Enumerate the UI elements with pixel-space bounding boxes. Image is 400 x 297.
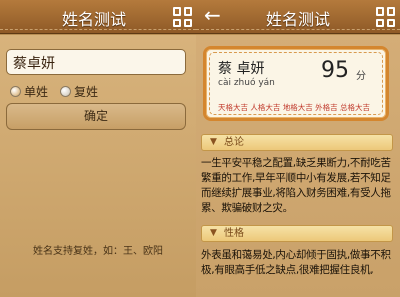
result-score: 95 xyxy=(321,58,349,83)
top-bar: ← 姓名测试 xyxy=(196,0,400,34)
screen-title: 姓名测试 xyxy=(62,10,127,29)
section-summary-header[interactable]: ▼ 总论 xyxy=(201,134,393,151)
result-pinyin: cài zhuó yán xyxy=(218,78,275,88)
radio-label: 复姓 xyxy=(74,85,99,99)
top-bar: 姓名测试 xyxy=(0,0,196,34)
confirm-button[interactable]: 确定 xyxy=(6,103,186,130)
radio-compound-surname[interactable]: 复姓 xyxy=(60,83,98,100)
radio-single-surname[interactable]: 单姓 xyxy=(10,83,48,100)
radio-dot xyxy=(10,86,21,97)
section-summary-text: 一生平安平稳之配置,缺乏果断力,不耐吃苦繁重的工作,早年平顺中小有发展,若不知足… xyxy=(201,157,391,214)
screen-title: 姓名测试 xyxy=(266,10,331,29)
radio-label: 单姓 xyxy=(24,85,49,99)
section-title: 总论 xyxy=(224,137,244,148)
section-title: 性格 xyxy=(224,228,244,239)
grid-menu-icon[interactable] xyxy=(376,7,396,27)
score-unit: 分 xyxy=(356,71,366,82)
input-form: 蔡卓妍 单姓 复姓 确定 姓名支持复姓，如：王、欧阳 xyxy=(0,35,196,297)
grid-menu-icon[interactable] xyxy=(173,7,193,27)
surname-tip: 姓名支持复姓，如：王、欧阳 xyxy=(33,246,163,257)
down-arrow-icon: ▼ xyxy=(210,137,217,147)
down-arrow-icon: ▼ xyxy=(210,228,217,238)
score-card: 蔡 卓妍 cài zhuó yán 95 分 天格大吉 人格大吉 地格大吉 外格… xyxy=(203,46,389,121)
result-screen: ← 姓名测试 蔡 卓妍 cài zhuó yán 95 分 天格大吉 人格大吉 … xyxy=(196,0,400,297)
result-name: 蔡 卓妍 xyxy=(218,61,265,77)
grid-tags: 天格大吉 人格大吉 地格大吉 外格吉 总格大吉 xyxy=(218,103,371,112)
name-input[interactable]: 蔡卓妍 xyxy=(6,49,186,75)
section-personality-header[interactable]: ▼ 性格 xyxy=(201,225,393,242)
result-body: 蔡 卓妍 cài zhuó yán 95 分 天格大吉 人格大吉 地格大吉 外格… xyxy=(196,35,400,297)
input-screen: 姓名测试 蔡卓妍 单姓 复姓 确定 姓名支持复姓，如：王、欧阳 xyxy=(0,0,196,297)
section-personality-text: 外表虽和蔼易处,内心却倾于固执,做事不积极,有眼高手低之缺点,很难把握住良机, xyxy=(201,249,391,276)
radio-dot xyxy=(60,86,71,97)
back-arrow-icon[interactable]: ← xyxy=(204,3,221,27)
